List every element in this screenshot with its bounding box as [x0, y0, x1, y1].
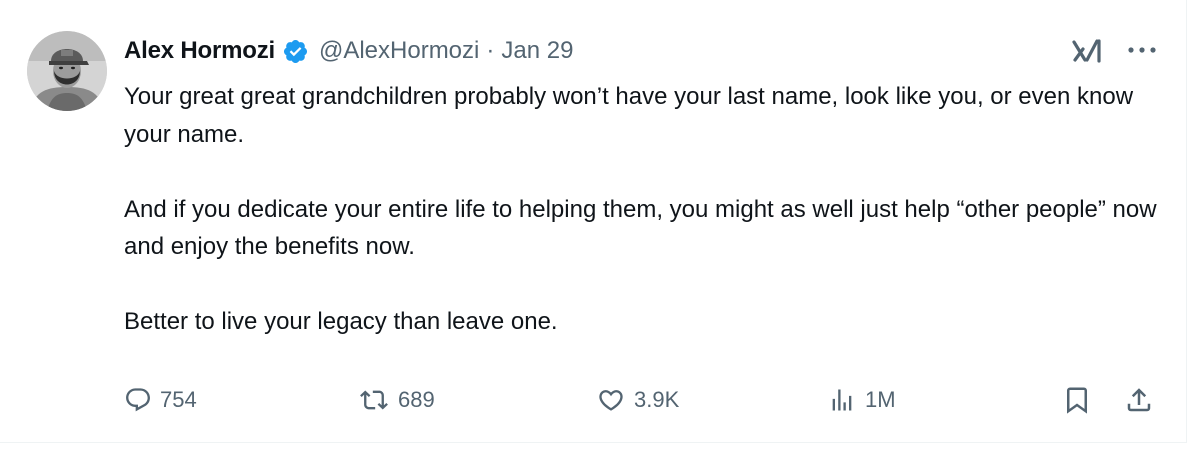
share-button[interactable]	[1124, 382, 1154, 418]
views-button[interactable]: 1M	[827, 382, 896, 418]
share-icon	[1127, 388, 1151, 412]
repost-icon	[360, 390, 388, 410]
avatar-image	[27, 31, 107, 111]
reply-button[interactable]: 754	[124, 382, 197, 418]
tweet-date[interactable]: Jan 29	[501, 37, 573, 65]
author-name[interactable]: Alex Hormozi	[124, 37, 275, 65]
tweet-paragraph: And if you dedicate your entire life to …	[124, 195, 1157, 261]
tweet-text: Your great great grandchildren probably …	[124, 78, 1169, 341]
tweet-card[interactable]: Alex Hormozi @AlexHormozi · Jan 29 Your …	[0, 0, 1187, 443]
grok-icon[interactable]	[1070, 33, 1106, 69]
more-icon[interactable]	[1125, 42, 1159, 58]
analytics-icon	[832, 389, 852, 411]
like-count: 3.9K	[634, 387, 680, 412]
verified-badge-icon[interactable]	[282, 38, 309, 65]
separator-dot: ·	[486, 37, 495, 64]
author-handle[interactable]: @AlexHormozi	[319, 37, 479, 65]
tweet-paragraph: Your great great grandchildren probably …	[124, 83, 1134, 148]
tweet-header: Alex Hormozi @AlexHormozi · Jan 29	[124, 34, 573, 68]
repost-count: 689	[398, 387, 435, 412]
repost-button[interactable]: 689	[358, 382, 435, 418]
bookmark-button[interactable]	[1062, 382, 1092, 418]
avatar[interactable]	[27, 31, 107, 111]
reply-icon	[126, 388, 150, 412]
tweet-paragraph: Better to live your legacy than leave on…	[124, 308, 558, 335]
bookmark-icon	[1067, 387, 1087, 414]
like-button[interactable]: 3.9K	[596, 382, 679, 418]
action-bar: 754 689 3.9K 1M	[124, 382, 1164, 418]
view-count: 1M	[865, 387, 896, 412]
reply-count: 754	[160, 387, 197, 412]
heart-icon	[599, 390, 623, 411]
